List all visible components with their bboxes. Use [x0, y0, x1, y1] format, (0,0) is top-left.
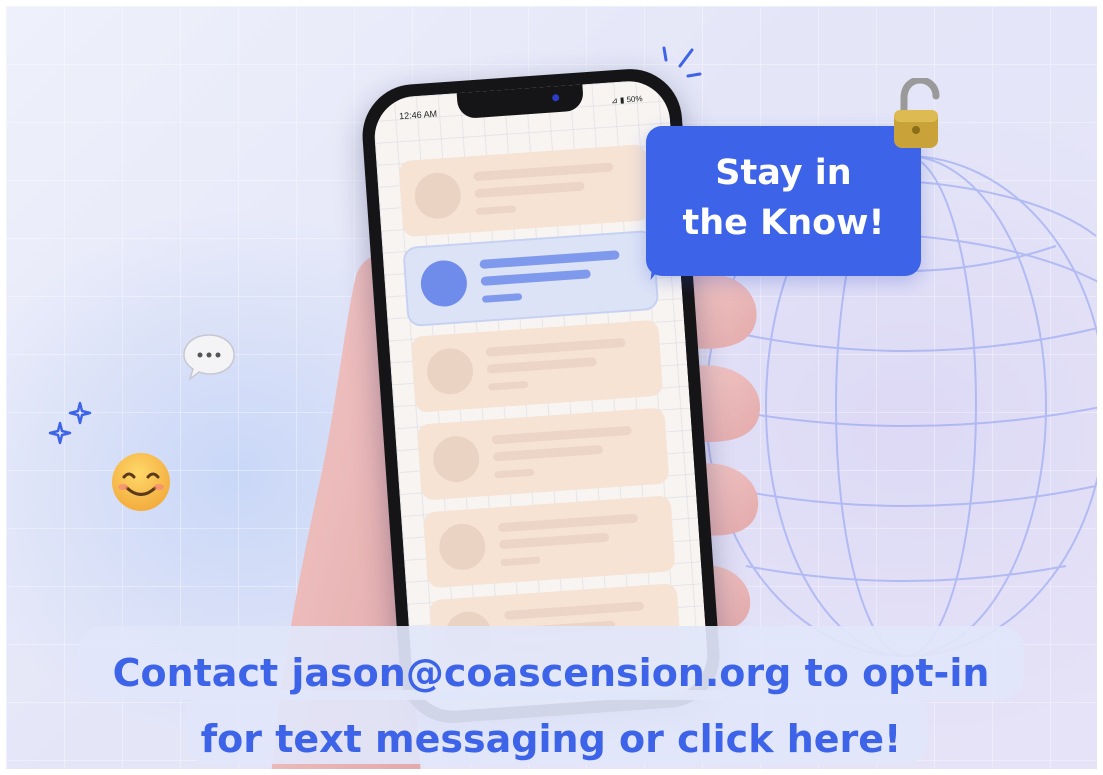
- speech-bubble-icon: [183, 334, 235, 382]
- message-card: [398, 144, 651, 238]
- cta-block[interactable]: Contact jason@coascension.org to opt-in …: [6, 618, 1097, 768]
- spark-lines-icon: [662, 46, 702, 78]
- status-battery: ⊿ ▮ 50%: [610, 94, 643, 106]
- avatar: [425, 346, 475, 396]
- message-card: [422, 495, 676, 589]
- stay-in-the-know-bubble: Stay in the Know!: [646, 126, 921, 276]
- phone-notch: [456, 84, 585, 120]
- promo-banner[interactable]: 12:46 AM ⊿ ▮ 50% Stay in the Know! Conta…: [6, 6, 1097, 769]
- avatar: [431, 434, 481, 484]
- smiley-icon: [112, 453, 170, 511]
- opt-in-link[interactable]: Contact jason@coascension.org to opt-in …: [66, 640, 1036, 769]
- message-card-active: [404, 231, 658, 325]
- avatar: [419, 258, 469, 309]
- status-time: 12:46 AM: [398, 108, 438, 122]
- message-card: [410, 319, 664, 413]
- avatar: [437, 522, 487, 572]
- sparkles-icon: [48, 401, 92, 445]
- avatar: [413, 171, 463, 221]
- bubble-text: Stay in the Know!: [682, 153, 885, 243]
- camera-icon: [551, 94, 560, 102]
- lock-icon: [894, 78, 940, 148]
- message-card: [416, 407, 670, 501]
